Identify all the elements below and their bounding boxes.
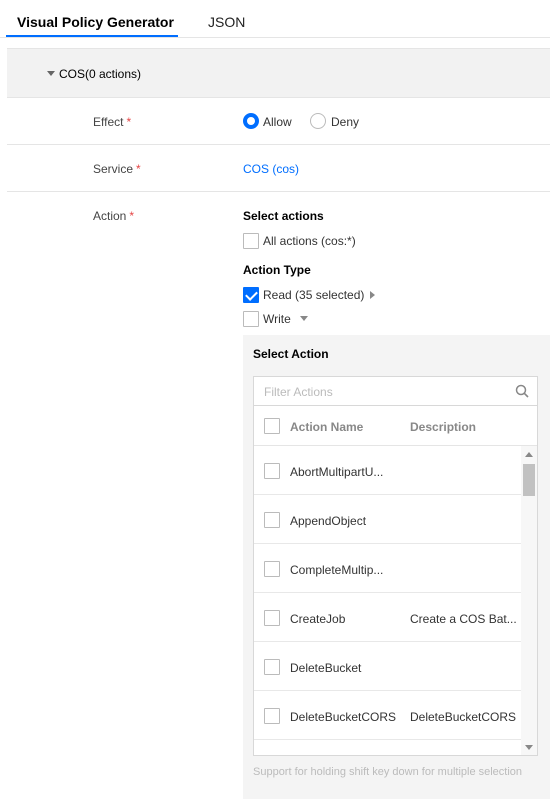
actions-table: Action Name Description AbortMultipartU.…	[253, 406, 538, 756]
effect-row: Effect * Allow Deny	[7, 98, 550, 145]
action-type-title: Action Type	[243, 263, 311, 277]
scroll-down-icon[interactable]	[525, 745, 533, 750]
action-name: AppendObject	[290, 514, 367, 528]
row-checkbox[interactable]	[264, 708, 280, 724]
action-description: DeleteBucketCORS	[410, 710, 517, 724]
write-type-checkbox[interactable]	[243, 311, 259, 327]
all-actions-label[interactable]: All actions (cos:*)	[263, 234, 356, 248]
effect-allow-radio[interactable]	[243, 113, 259, 129]
action-name: CreateJob	[290, 612, 346, 626]
table-row[interactable]: DeleteBucketCORS DeleteBucketCORS	[254, 691, 522, 740]
collapse-caret-icon[interactable]	[47, 71, 55, 76]
action-label: Action *	[93, 209, 135, 223]
write-type-label[interactable]: Write	[263, 312, 291, 326]
select-action-panel: Select Action Filter Actions Action Name…	[243, 335, 550, 799]
section-title: COS(0 actions)	[59, 67, 142, 81]
effect-deny-radio[interactable]	[310, 113, 326, 129]
table-row[interactable]: AbortMultipartU...	[254, 446, 522, 495]
row-checkbox[interactable]	[264, 659, 280, 675]
table-row[interactable]: CompleteMultip...	[254, 544, 522, 593]
row-checkbox[interactable]	[264, 561, 280, 577]
multi-select-hint: Support for holding shift key down for m…	[253, 766, 523, 778]
effect-allow-label[interactable]: Allow	[263, 115, 292, 129]
row-checkbox[interactable]	[264, 512, 280, 528]
action-name: CompleteMultip...	[290, 563, 384, 577]
select-action-title: Select Action	[253, 347, 329, 361]
action-name: DeleteBucket	[290, 661, 362, 675]
column-description: Description	[410, 420, 477, 434]
read-type-label[interactable]: Read (35 selected)	[263, 288, 364, 302]
expand-read-icon[interactable]	[370, 291, 375, 299]
required-mark: *	[129, 209, 135, 223]
service-section-header[interactable]: COS(0 actions)	[7, 48, 550, 98]
filter-actions-input[interactable]: Filter Actions	[253, 376, 538, 406]
scroll-up-icon[interactable]	[525, 452, 533, 457]
tab-visual-policy-generator[interactable]: Visual Policy Generator	[17, 14, 174, 30]
table-header: Action Name Description	[254, 406, 537, 446]
action-name: AbortMultipartU...	[290, 465, 384, 479]
row-checkbox[interactable]	[264, 610, 280, 626]
action-name: DeleteBucketCORS	[290, 710, 397, 724]
column-action-name: Action Name	[290, 420, 364, 434]
table-row[interactable]: CreateJob Create a COS Bat...	[254, 593, 522, 642]
table-scrollbar[interactable]	[521, 446, 537, 755]
tab-bar: Visual Policy Generator JSON	[0, 0, 550, 38]
all-actions-checkbox[interactable]	[243, 233, 259, 249]
row-checkbox[interactable]	[264, 463, 280, 479]
table-row[interactable]: AppendObject	[254, 495, 522, 544]
search-icon[interactable]	[515, 384, 529, 398]
table-row[interactable]: DeleteBucket	[254, 642, 522, 691]
read-type-checkbox[interactable]	[243, 287, 259, 303]
required-mark: *	[136, 162, 141, 176]
service-value-link[interactable]: COS (cos)	[243, 162, 299, 176]
active-tab-indicator	[6, 35, 178, 37]
action-description: Create a COS Bat...	[410, 612, 517, 626]
scroll-thumb[interactable]	[523, 464, 535, 496]
select-all-checkbox[interactable]	[264, 418, 280, 434]
filter-placeholder: Filter Actions	[264, 385, 333, 399]
tab-json[interactable]: JSON	[208, 14, 245, 30]
select-actions-title: Select actions	[243, 209, 324, 223]
required-mark: *	[126, 115, 132, 129]
collapse-write-icon[interactable]	[300, 316, 308, 321]
effect-deny-label[interactable]: Deny	[331, 115, 359, 129]
effect-label: Effect *	[93, 115, 132, 129]
service-label: Service *	[93, 162, 141, 176]
service-row: Service * COS (cos)	[7, 145, 550, 192]
